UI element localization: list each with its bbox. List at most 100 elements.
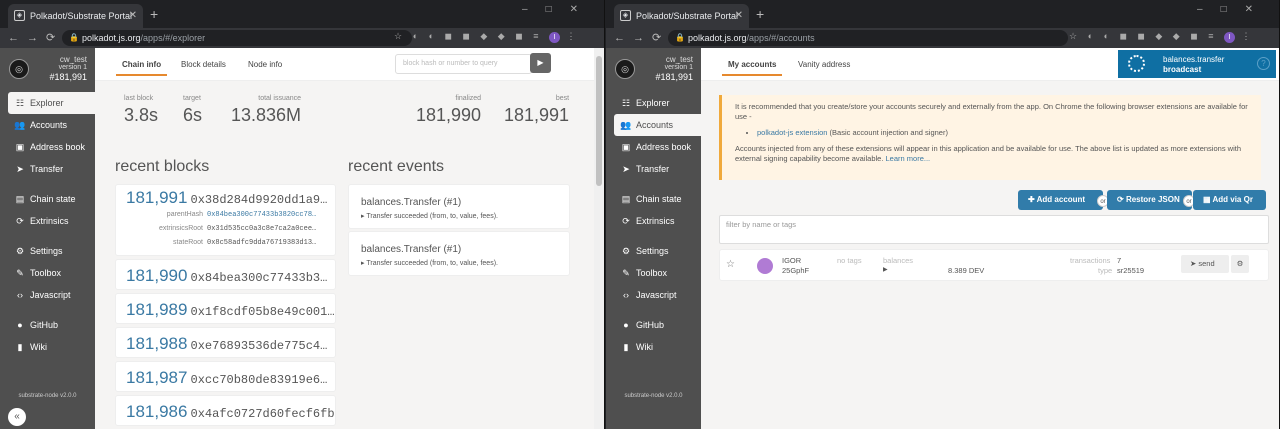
- sidebar-item-accounts[interactable]: 👥 Accounts: [0, 114, 95, 136]
- sidebar-item-explorer[interactable]: ☷ Explorer: [8, 92, 95, 114]
- sidebar-footer: substrate-node v2.0.0: [18, 393, 77, 399]
- extension-link[interactable]: polkadot-js extension: [757, 128, 827, 137]
- database-icon: ▤: [621, 194, 631, 204]
- block-number[interactable]: 181,991: [116, 188, 187, 208]
- browser-tab-title: Polkadot/Substrate Portal: [636, 11, 739, 21]
- block-number[interactable]: 181,990: [116, 260, 187, 289]
- block-card[interactable]: 181,986 0x4afc0727d60fecf6fb…: [115, 395, 336, 426]
- browser-tab[interactable]: ◈ Polkadot/Substrate Portal ✕: [614, 4, 749, 28]
- polkadot-logo-icon[interactable]: ◎: [615, 59, 635, 79]
- sidebar-item-toolbox[interactable]: ✎ Toolbox: [606, 262, 701, 284]
- event-card[interactable]: balances.Transfer (#1) ▸ Transfer succee…: [348, 231, 570, 276]
- sidebar-item-accounts[interactable]: 👥 Accounts: [614, 114, 701, 136]
- wrench-icon: ✎: [622, 268, 630, 278]
- sidebar-item-toolbox[interactable]: ✎ Toolbox: [0, 262, 95, 284]
- sidebar-item-javascript[interactable]: ‹› Javascript: [606, 284, 701, 306]
- star-icon[interactable]: ☆: [726, 259, 735, 270]
- tab-vanity-address[interactable]: Vanity address: [798, 60, 850, 69]
- sidebar-item-explorer[interactable]: ☷ Explorer: [606, 92, 701, 114]
- sidebar-item-github[interactable]: ● GitHub: [0, 314, 95, 336]
- extensions-icons[interactable]: ☆ ◐ ◐ ◼ ◼ ◆ ◆ ◼ ≡ I ⋮: [394, 31, 579, 43]
- best-block: #181,991: [655, 72, 693, 82]
- account-row: ☆ IGOR 25GphF no tags balances ▶ 8.389 D…: [719, 249, 1269, 281]
- sidebar-item-settings[interactable]: ⚙ Settings: [606, 240, 701, 262]
- nav-buttons[interactable]: ←→⟳: [614, 31, 669, 44]
- add-account-button[interactable]: ✚ Add account: [1018, 190, 1103, 210]
- tab-node-info[interactable]: Node info: [248, 60, 282, 69]
- restore-json-button[interactable]: ⟳ Restore JSON: [1107, 190, 1192, 210]
- block-card[interactable]: 181,989 0x1f8cdf05b8e49c001…: [115, 293, 336, 324]
- tab-my-accounts[interactable]: My accounts: [721, 60, 784, 76]
- url-path: /apps/#/accounts: [746, 33, 815, 43]
- sidebar-item-address-book[interactable]: ▣ Address book: [0, 136, 95, 158]
- stat-label: target: [183, 95, 201, 102]
- sidebar-item-wiki[interactable]: ▮ Wiki: [606, 336, 701, 358]
- block-card[interactable]: 181,988 0xe76893536de775c4…: [115, 327, 336, 358]
- address-bar[interactable]: 🔒 polkadot.js.org/apps/#/accounts: [668, 30, 1068, 46]
- url-host: polkadot.js.org: [82, 33, 141, 43]
- block-hash: 0x1f8cdf05b8e49c001…: [190, 305, 335, 319]
- account-tags[interactable]: no tags: [837, 256, 862, 265]
- block-number[interactable]: 181,989: [116, 294, 187, 323]
- help-icon[interactable]: ?: [1257, 57, 1270, 70]
- wrench-icon: ✎: [16, 268, 24, 278]
- gear-icon[interactable]: ⚙: [1231, 255, 1249, 273]
- event-card[interactable]: balances.Transfer (#1) ▸ Transfer succee…: [348, 184, 570, 229]
- block-card[interactable]: 181,990 0x84bea300c77433b3…: [115, 259, 336, 290]
- spinner-icon: [1128, 55, 1145, 72]
- scrollbar[interactable]: [594, 48, 604, 429]
- sidebar-footer: substrate-node v2.0.0: [624, 393, 683, 399]
- sidebar-item-settings[interactable]: ⚙ Settings: [0, 240, 95, 262]
- tab-strip: ◈ Polkadot/Substrate Portal ✕ + –□✕: [606, 0, 1279, 28]
- block-number[interactable]: 181,987: [116, 362, 187, 391]
- stat-label: best: [555, 95, 570, 102]
- sidebar-item-chain-state[interactable]: ▤ Chain state: [0, 188, 95, 210]
- close-tab-icon[interactable]: ✕: [129, 4, 137, 28]
- new-tab-icon[interactable]: +: [150, 6, 158, 22]
- block-card[interactable]: 181,987 0xcc70b80de83919e6…: [115, 361, 336, 392]
- profile-avatar[interactable]: I: [1223, 32, 1235, 43]
- sidebar-item-transfer[interactable]: ➤ Transfer: [0, 158, 95, 180]
- block-card[interactable]: 181,991 0x38d284d9920dd1a9… parentHash 0x…: [115, 184, 336, 256]
- identicon[interactable]: [757, 258, 773, 274]
- sidebar-item-label: Address book: [30, 142, 86, 152]
- sidebar-item-javascript[interactable]: ‹› Javascript: [0, 284, 95, 306]
- learn-more-link[interactable]: Learn more...: [886, 154, 931, 163]
- sidebar-item-wiki[interactable]: ▮ Wiki: [0, 336, 95, 358]
- polkadot-logo-icon[interactable]: ◎: [9, 59, 29, 79]
- sidebar-item-extrinsics[interactable]: ⟳ Extrinsics: [606, 210, 701, 232]
- parent-hash-link[interactable]: 0x84bea300c77433b3820cc78…: [207, 211, 316, 219]
- window-controls[interactable]: –□✕: [1197, 4, 1271, 15]
- scrollbar-thumb[interactable]: [596, 56, 602, 186]
- block-number[interactable]: 181,988: [116, 328, 187, 357]
- add-via-qr-button[interactable]: ▦ Add via Qr: [1193, 190, 1266, 210]
- filter-input[interactable]: filter by name or tags: [719, 215, 1269, 244]
- sidebar-item-chain-state[interactable]: ▤ Chain state: [606, 188, 701, 210]
- expand-balances-icon[interactable]: ▶: [883, 266, 888, 273]
- favicon-icon: ◈: [14, 10, 25, 21]
- address-bar[interactable]: 🔒 polkadot.js.org/apps/#/explorer: [62, 30, 412, 46]
- window-controls[interactable]: –□✕: [522, 4, 596, 15]
- tab-block-details[interactable]: Block details: [181, 60, 226, 69]
- stat-best: best 181,991: [504, 95, 569, 126]
- block-search-input[interactable]: block hash or number to query: [395, 54, 532, 74]
- close-tab-icon[interactable]: ✕: [735, 4, 743, 28]
- block-hash: 0xe76893536de775c4…: [190, 339, 328, 353]
- new-tab-icon[interactable]: +: [756, 6, 764, 22]
- send-button[interactable]: ➤ send: [1181, 255, 1229, 273]
- play-icon[interactable]: ▶: [530, 53, 551, 73]
- sidebar-item-extrinsics[interactable]: ⟳ Extrinsics: [0, 210, 95, 232]
- nav-buttons[interactable]: ←→⟳: [8, 31, 63, 44]
- sidebar-item-github[interactable]: ● GitHub: [606, 314, 701, 336]
- block-number[interactable]: 181,986: [116, 396, 187, 425]
- sidebar-item-address-book[interactable]: ▣ Address book: [606, 136, 701, 158]
- sidebar: ◎ cw_test version 1 #181,991 ☷ Explorer 👥…: [0, 48, 95, 429]
- sidebar-item-transfer[interactable]: ➤ Transfer: [606, 158, 701, 180]
- extensions-icons[interactable]: ☆ ◐ ◐ ◼ ◼ ◆ ◆ ◼ ≡ I ⋮: [1069, 31, 1254, 43]
- tab-chain-info[interactable]: Chain info: [115, 60, 168, 76]
- profile-avatar[interactable]: I: [548, 32, 560, 43]
- state-root-row: stateRoot 0x8c58adfc9dda76719383d13…: [116, 236, 335, 250]
- collapse-sidebar-icon[interactable]: «: [8, 408, 26, 426]
- browser-tab[interactable]: ◈ Polkadot/Substrate Portal ✕: [8, 4, 143, 28]
- account-name[interactable]: IGOR: [782, 256, 801, 265]
